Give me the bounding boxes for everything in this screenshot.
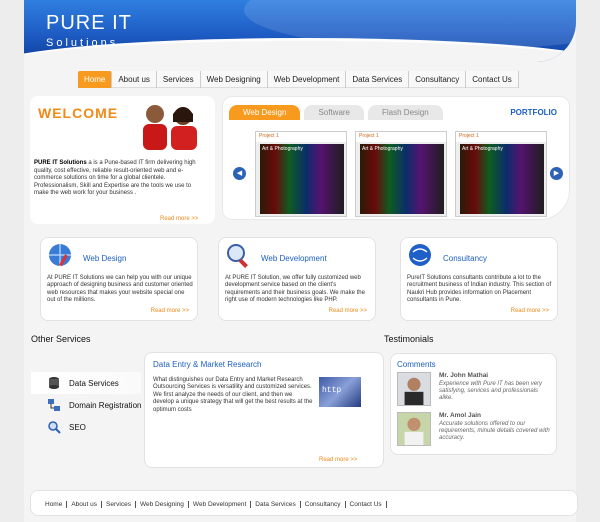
card-read-more-link[interactable]: Read more >> bbox=[511, 308, 549, 314]
next-arrow-icon[interactable]: ▶ bbox=[550, 167, 563, 180]
avatar bbox=[397, 412, 431, 446]
comments-label: Comments bbox=[397, 360, 436, 369]
nav-home[interactable]: Home bbox=[78, 71, 113, 88]
testimonial-item: Mr. Amol Jain Accurate solutions offered… bbox=[397, 412, 555, 450]
other-service-seo[interactable]: SEO bbox=[31, 416, 141, 438]
nav-consultancy[interactable]: Consultancy bbox=[409, 71, 467, 88]
brand-title: PURE IT bbox=[46, 12, 132, 34]
card-text: PureIT Solutions consultants contribute … bbox=[407, 275, 552, 304]
card-text: At PURE IT Solutions we can help you wit… bbox=[47, 275, 193, 304]
nav-contact-us[interactable]: Contact Us bbox=[466, 71, 519, 88]
footer-link-services[interactable]: Services bbox=[102, 501, 136, 508]
card-read-more-link[interactable]: Read more >> bbox=[151, 308, 189, 314]
footer-link-about-us[interactable]: About us bbox=[67, 501, 103, 508]
portfolio-title: PORTFOLIO bbox=[510, 108, 557, 117]
nav-web-development[interactable]: Web Development bbox=[268, 71, 347, 88]
footer-link-home[interactable]: Home bbox=[41, 501, 68, 508]
data-entry-read-more-link[interactable]: Read more >> bbox=[319, 457, 357, 463]
data-entry-panel: Data Entry & Market Research What distin… bbox=[144, 352, 384, 468]
brand-logo[interactable]: PURE IT Solutions bbox=[46, 12, 132, 49]
welcome-read-more-link[interactable]: Read more >> bbox=[160, 216, 198, 222]
welcome-text: PURE IT Solutions a is a Pune-based IT f… bbox=[34, 160, 204, 198]
service-card-consultancy: Consultancy PureIT Solutions consultants… bbox=[400, 237, 558, 321]
portfolio-tabs: Web Design Software Flash Design bbox=[229, 105, 447, 120]
other-services-list: Data Services Domain Registration SEO bbox=[31, 372, 142, 438]
nav-about-us[interactable]: About us bbox=[112, 71, 157, 88]
nav-web-designing[interactable]: Web Designing bbox=[201, 71, 268, 88]
project-thumb[interactable]: Project 1 Art & Photography bbox=[255, 131, 347, 217]
welcome-company: PURE IT Solutions bbox=[34, 160, 87, 166]
service-card-web-design: Web Design At PURE IT Solutions we can h… bbox=[40, 237, 198, 321]
footer-link-contact-us[interactable]: Contact Us bbox=[346, 501, 387, 508]
network-icon bbox=[48, 399, 60, 411]
other-service-label: Domain Registration bbox=[69, 400, 142, 410]
nav-services[interactable]: Services bbox=[157, 71, 201, 88]
right-border bbox=[576, 0, 600, 522]
other-service-label: SEO bbox=[69, 422, 86, 432]
tab-web-design[interactable]: Web Design bbox=[229, 105, 301, 120]
tab-software[interactable]: Software bbox=[304, 105, 365, 120]
globe-icon bbox=[409, 244, 431, 266]
page-frame: PURE IT Solutions Home About us Services… bbox=[0, 0, 600, 522]
card-title[interactable]: Consultancy bbox=[443, 254, 487, 263]
welcome-title: WELCOME bbox=[38, 105, 119, 121]
testimonial-item: Mr. John Mathai Experience with Pure IT … bbox=[397, 372, 555, 410]
testimonials-title: Testimonials bbox=[384, 334, 434, 344]
data-entry-text: What distinguishes our Data Entry and Ma… bbox=[153, 377, 313, 413]
footer-links: Home About us Services Web Designing Web… bbox=[41, 501, 387, 508]
left-border bbox=[0, 0, 24, 522]
project-thumb[interactable]: Project 1 Art & Photography bbox=[355, 131, 447, 217]
project-image bbox=[460, 144, 544, 214]
other-service-label: Data Services bbox=[69, 378, 119, 388]
project-image bbox=[360, 144, 444, 214]
footer-link-web-development[interactable]: Web Development bbox=[189, 501, 252, 508]
other-service-data-services[interactable]: Data Services bbox=[31, 372, 142, 394]
other-service-domain-registration[interactable]: Domain Registration bbox=[31, 394, 141, 416]
brand-subtitle: Solutions bbox=[46, 37, 119, 49]
header: PURE IT Solutions bbox=[24, 0, 576, 62]
footer-link-consultancy[interactable]: Consultancy bbox=[301, 501, 346, 508]
globe-icon bbox=[49, 244, 71, 267]
search-icon bbox=[48, 421, 61, 434]
tab-flash-design[interactable]: Flash Design bbox=[368, 105, 443, 120]
avatar bbox=[397, 372, 431, 406]
footer-link-data-services[interactable]: Data Services bbox=[251, 501, 301, 508]
footer-link-web-designing[interactable]: Web Designing bbox=[136, 501, 189, 508]
card-title[interactable]: Web Design bbox=[83, 254, 126, 263]
service-card-web-development: Web Development At PURE IT Solution, we … bbox=[218, 237, 376, 321]
project-caption: Art & Photography bbox=[362, 146, 403, 152]
other-services-title: Other Services bbox=[31, 334, 91, 344]
testimonials-panel: Comments Mr. John Mathai Experience with… bbox=[390, 353, 557, 455]
project-label: Project 1 bbox=[456, 132, 546, 142]
people-image bbox=[143, 105, 197, 150]
data-entry-image-text: http bbox=[322, 386, 342, 395]
card-title[interactable]: Web Development bbox=[261, 254, 327, 263]
data-entry-title[interactable]: Data Entry & Market Research bbox=[153, 360, 261, 369]
prev-arrow-icon[interactable]: ◀ bbox=[233, 167, 246, 180]
testimonial-quote: Accurate solutions offered to our requir… bbox=[439, 421, 550, 441]
testimonial-name: Mr. John Mathai bbox=[439, 372, 489, 379]
card-text: At PURE IT Solution, we offer fully cust… bbox=[225, 275, 365, 304]
main-nav: Home About us Services Web Designing Web… bbox=[78, 71, 519, 88]
magnifier-icon bbox=[227, 244, 248, 268]
project-thumb[interactable]: Project 1 Art & Photography bbox=[455, 131, 547, 217]
database-icon bbox=[49, 377, 59, 389]
card-read-more-link[interactable]: Read more >> bbox=[329, 308, 367, 314]
testimonial-name: Mr. Amol Jain bbox=[439, 412, 482, 419]
data-entry-image: http bbox=[319, 377, 361, 407]
welcome-section: WELCOME PURE IT Solutions a is a Pune-ba… bbox=[30, 96, 215, 224]
project-label: Project 1 bbox=[256, 132, 346, 142]
project-image bbox=[260, 144, 344, 214]
project-caption: Art & Photography bbox=[462, 146, 503, 152]
project-caption: Art & Photography bbox=[262, 146, 303, 152]
portfolio-section: Web Design Software Flash Design PORTFOL… bbox=[222, 96, 570, 220]
footer: Home About us Services Web Designing Web… bbox=[30, 490, 578, 516]
project-label: Project 1 bbox=[356, 132, 446, 142]
nav-data-services[interactable]: Data Services bbox=[346, 71, 410, 88]
testimonial-quote: Experience with Pure IT has been very sa… bbox=[439, 381, 543, 401]
